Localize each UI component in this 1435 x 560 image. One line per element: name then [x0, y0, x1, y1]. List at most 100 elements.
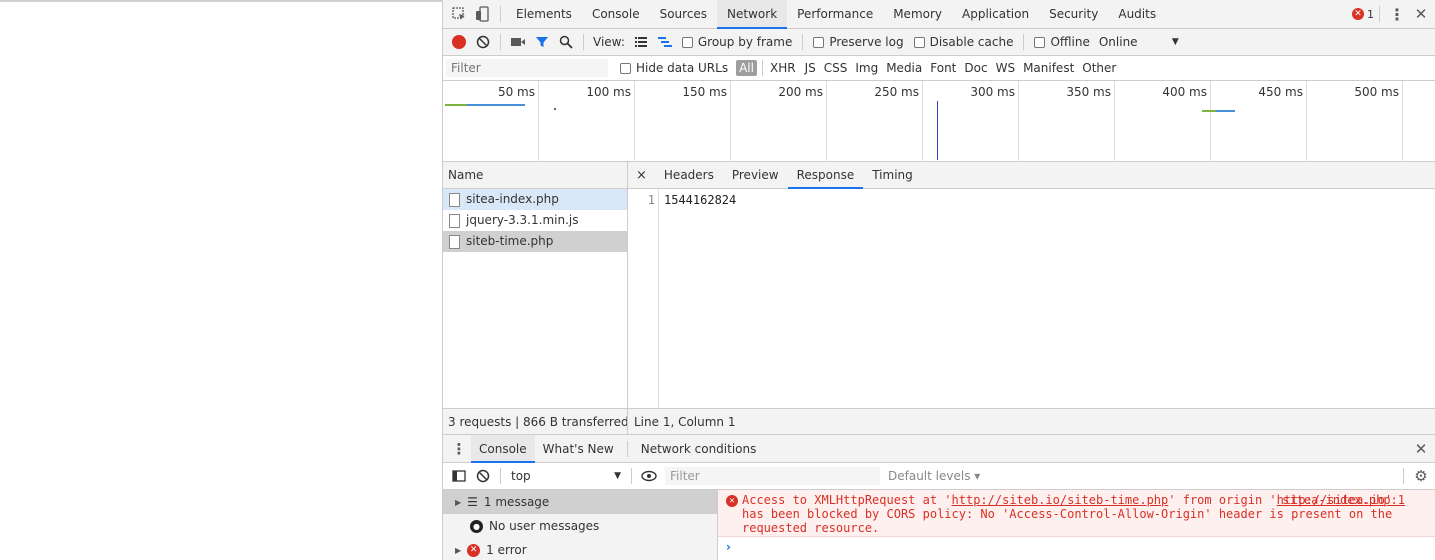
expand-arrow-icon: ▶: [455, 545, 462, 555]
capture-screenshots-icon[interactable]: [506, 30, 530, 54]
tab-security[interactable]: Security: [1039, 0, 1108, 29]
filter-type-manifest[interactable]: Manifest: [1019, 61, 1078, 75]
response-body[interactable]: 1544162824: [659, 189, 736, 408]
large-rows-icon[interactable]: [629, 30, 653, 54]
preserve-log-checkbox[interactable]: Preserve log: [813, 35, 904, 49]
timeline-request-bar: [1202, 110, 1216, 112]
console-sidebar: ▶ ☰ 1 message ● No user messages ▶ ✕ 1 e…: [443, 490, 718, 560]
name-column-header[interactable]: Name: [443, 162, 627, 189]
tab-response[interactable]: Response: [787, 162, 864, 189]
response-viewer[interactable]: 1 1544162824: [628, 189, 1435, 408]
network-toolbar: View: Group by frame Preserve log Disabl…: [443, 29, 1435, 56]
request-row[interactable]: siteb-time.php: [443, 231, 627, 252]
context-select[interactable]: top ▼: [506, 469, 626, 483]
network-filter-input[interactable]: [446, 59, 608, 77]
console-prompt[interactable]: ›: [718, 537, 1435, 554]
filter-type-xhr[interactable]: XHR: [765, 61, 801, 75]
tab-timing[interactable]: Timing: [863, 162, 922, 189]
filter-type-other[interactable]: Other: [1078, 61, 1120, 75]
inspect-element-icon[interactable]: [447, 2, 471, 26]
waterfall-overview-icon[interactable]: [653, 30, 677, 54]
close-devtools-icon[interactable]: ✕: [1409, 2, 1433, 26]
tab-preview[interactable]: Preview: [723, 162, 788, 189]
disable-cache-label: Disable cache: [929, 35, 1014, 49]
console-error-message: ✕ Access to XMLHttpRequest at 'http://si…: [718, 490, 1435, 537]
tab-memory[interactable]: Memory: [883, 0, 952, 29]
request-name: sitea-index.php: [466, 192, 559, 206]
timeline-tick: 450 ms: [1211, 81, 1307, 162]
search-icon[interactable]: [554, 30, 578, 54]
error-counter[interactable]: ✕ 1: [1352, 8, 1374, 21]
error-source-link[interactable]: sitea-index.php:1: [1282, 493, 1405, 507]
record-icon[interactable]: [447, 30, 471, 54]
clear-console-icon[interactable]: [471, 464, 495, 488]
cursor-position: Line 1, Column 1: [634, 414, 736, 429]
dropdown-arrow-icon: ▼: [1171, 37, 1179, 47]
devtools-panel: Elements Console Sources Network Perform…: [442, 0, 1435, 560]
group-by-frame-checkbox[interactable]: Group by frame: [681, 35, 792, 49]
drawer-menu-icon[interactable]: ⋮: [447, 437, 471, 461]
more-options-icon[interactable]: ⋮: [1385, 2, 1409, 26]
drawer-tab-console[interactable]: Console: [471, 434, 535, 463]
drawer-tab-whats-new[interactable]: What's New: [535, 435, 622, 463]
separator: [1403, 468, 1404, 484]
console-toolbar: top ▼ Filter Default levels ▾ ⚙: [443, 463, 1435, 490]
tab-performance[interactable]: Performance: [787, 0, 883, 29]
sidebar-item-user-messages[interactable]: ● No user messages: [443, 514, 717, 538]
tab-network[interactable]: Network: [717, 0, 788, 29]
device-toolbar-icon[interactable]: [471, 2, 495, 26]
detail-tab-bar: × Headers Preview Response Timing: [628, 162, 1435, 189]
error-url-link[interactable]: http://siteb.io/siteb-time.php: [952, 493, 1169, 507]
offline-label: Offline: [1050, 35, 1090, 49]
timeline-tick: 200 ms: [731, 81, 827, 162]
tab-elements[interactable]: Elements: [506, 0, 582, 29]
tab-audits[interactable]: Audits: [1108, 0, 1166, 29]
offline-checkbox[interactable]: Offline: [1034, 35, 1090, 49]
tab-console[interactable]: Console: [582, 0, 650, 29]
sidebar-item-errors[interactable]: ▶ ✕ 1 error: [443, 538, 717, 560]
filter-type-css[interactable]: CSS: [820, 61, 852, 75]
request-row[interactable]: jquery-3.3.1.min.js: [443, 210, 627, 231]
clear-icon[interactable]: [471, 30, 495, 54]
filter-type-all[interactable]: All: [736, 60, 757, 76]
sidebar-item-messages[interactable]: ▶ ☰ 1 message: [443, 490, 717, 514]
request-name: siteb-time.php: [466, 234, 554, 248]
timeline-tick: 500 ms: [1307, 81, 1403, 162]
requests-summary: 3 requests | 866 B transferred …: [443, 408, 628, 435]
throttling-select[interactable]: Online ▼: [1099, 35, 1179, 49]
disable-cache-checkbox[interactable]: Disable cache: [913, 35, 1014, 49]
tab-headers[interactable]: Headers: [655, 162, 723, 189]
page-top-border: [0, 0, 443, 2]
filter-type-js[interactable]: JS: [801, 61, 820, 75]
filter-type-doc[interactable]: Doc: [960, 61, 991, 75]
tab-application[interactable]: Application: [952, 0, 1039, 29]
drawer-tab-bar: ⋮ Console What's New Network conditions …: [443, 434, 1435, 463]
live-expression-eye-icon[interactable]: [637, 464, 661, 488]
filter-type-font[interactable]: Font: [926, 61, 960, 75]
view-label: View:: [593, 35, 625, 49]
request-row[interactable]: sitea-index.php: [443, 189, 627, 210]
drawer-tab-network-conditions[interactable]: Network conditions: [633, 435, 765, 463]
timeline-tick: 50 ms: [443, 81, 539, 162]
hide-data-urls-checkbox[interactable]: Hide data URLs: [620, 61, 728, 75]
filter-type-media[interactable]: Media: [882, 61, 926, 75]
console-settings-gear-icon[interactable]: ⚙: [1409, 464, 1433, 488]
filter-icon[interactable]: [530, 30, 554, 54]
sidebar-item-label: 1 message: [483, 495, 550, 509]
separator: [761, 60, 763, 76]
file-icon: [449, 234, 460, 249]
tab-sources[interactable]: Sources: [650, 0, 717, 29]
network-status-bar: 3 requests | 866 B transferred … Line 1,…: [443, 408, 1435, 435]
close-drawer-icon[interactable]: ✕: [1409, 437, 1433, 461]
close-detail-icon[interactable]: ×: [628, 162, 655, 189]
show-sidebar-icon[interactable]: [447, 464, 471, 488]
separator: [500, 34, 501, 50]
separator: [583, 34, 584, 50]
log-levels-select[interactable]: Default levels ▾: [888, 469, 980, 483]
request-list: Name sitea-index.php jquery-3.3.1.min.js…: [443, 162, 628, 408]
console-filter-input[interactable]: Filter: [665, 467, 880, 485]
timeline-request-bar: [445, 104, 467, 106]
network-overview-timeline[interactable]: 50 ms 100 ms 150 ms 200 ms 250 ms 300 ms…: [443, 81, 1435, 162]
filter-type-ws[interactable]: WS: [992, 61, 1019, 75]
filter-type-img[interactable]: Img: [851, 61, 882, 75]
